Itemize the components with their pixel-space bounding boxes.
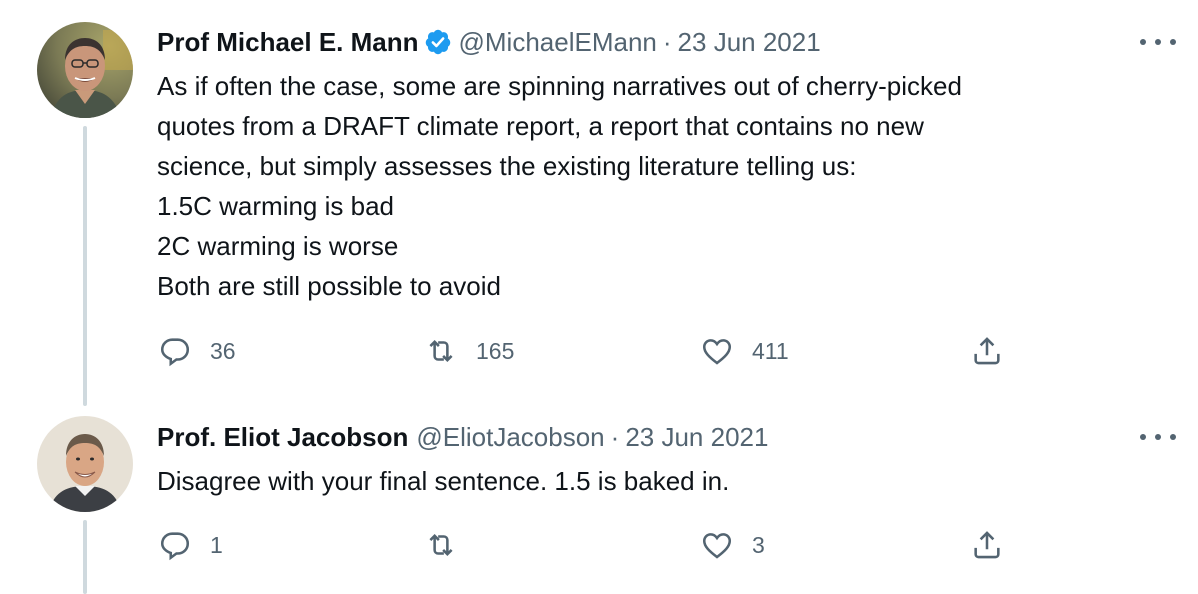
- like-button[interactable]: 411: [700, 334, 789, 368]
- tweet-header: Prof Michael E. Mann @MichaelEMann · 23 …: [157, 25, 821, 59]
- author-name[interactable]: Prof Michael E. Mann: [157, 25, 419, 59]
- more-icon-dot: [1170, 434, 1176, 440]
- tweet-text-line: 2C warming is worse: [157, 231, 399, 261]
- tweet-text-line: As if often the case, some are spinning …: [157, 71, 962, 101]
- more-options-button[interactable]: [1140, 427, 1176, 447]
- heart-icon: [702, 533, 732, 559]
- like-count: 3: [752, 531, 765, 558]
- author-name[interactable]: Prof. Eliot Jacobson: [157, 420, 408, 454]
- more-icon-dot: [1170, 39, 1176, 45]
- more-icon-dot: [1155, 434, 1161, 440]
- share-button[interactable]: [970, 528, 1004, 562]
- share-icon: [974, 337, 1000, 365]
- heart-icon: [702, 339, 732, 365]
- share-button[interactable]: [970, 334, 1004, 368]
- thread-line: [83, 520, 87, 594]
- author-handle[interactable]: @EliotJacobson: [416, 420, 604, 454]
- tweet-header: Prof. Eliot Jacobson @EliotJacobson · 23…: [157, 420, 768, 454]
- more-options-button[interactable]: [1140, 32, 1176, 52]
- tweet-text: As if often the case, some are spinning …: [157, 66, 1137, 306]
- reply-icon: [160, 532, 190, 561]
- retweet-count: 165: [476, 337, 515, 364]
- more-icon-dot: [1155, 39, 1161, 45]
- reply-button[interactable]: 36: [158, 334, 236, 368]
- author-handle[interactable]: @MichaelEMann: [459, 25, 657, 59]
- tweet-date[interactable]: 23 Jun 2021: [678, 25, 821, 59]
- reply-button[interactable]: 1: [158, 528, 223, 562]
- more-icon-dot: [1140, 39, 1146, 45]
- reply-count: 1: [210, 531, 223, 558]
- like-button[interactable]: 3: [700, 528, 765, 562]
- tweet-text-line: science, but simply assesses the existin…: [157, 151, 857, 181]
- separator: ·: [610, 422, 620, 452]
- tweet-text-line: Both are still possible to avoid: [157, 271, 501, 301]
- retweet-icon: [429, 339, 453, 363]
- avatar[interactable]: [37, 416, 133, 512]
- tweet-text-line: Disagree with your final sentence. 1.5 i…: [157, 466, 730, 496]
- like-count: 411: [752, 337, 789, 364]
- avatar[interactable]: [37, 22, 133, 118]
- reply-count: 36: [210, 337, 236, 364]
- tweet-text-line: quotes from a DRAFT climate report, a re…: [157, 111, 924, 141]
- retweet-button[interactable]: [424, 528, 476, 562]
- share-icon: [974, 531, 1000, 559]
- retweet-button[interactable]: 165: [424, 334, 514, 368]
- retweet-icon: [429, 533, 453, 557]
- thread-line: [83, 126, 87, 406]
- separator: ·: [662, 27, 672, 57]
- tweet-text: Disagree with your final sentence. 1.5 i…: [157, 461, 1137, 501]
- reply-icon: [160, 338, 190, 367]
- more-icon-dot: [1140, 434, 1146, 440]
- tweet-text-line: 1.5C warming is bad: [157, 191, 394, 221]
- tweet-date[interactable]: 23 Jun 2021: [625, 420, 768, 454]
- verified-badge-icon: [425, 29, 450, 55]
